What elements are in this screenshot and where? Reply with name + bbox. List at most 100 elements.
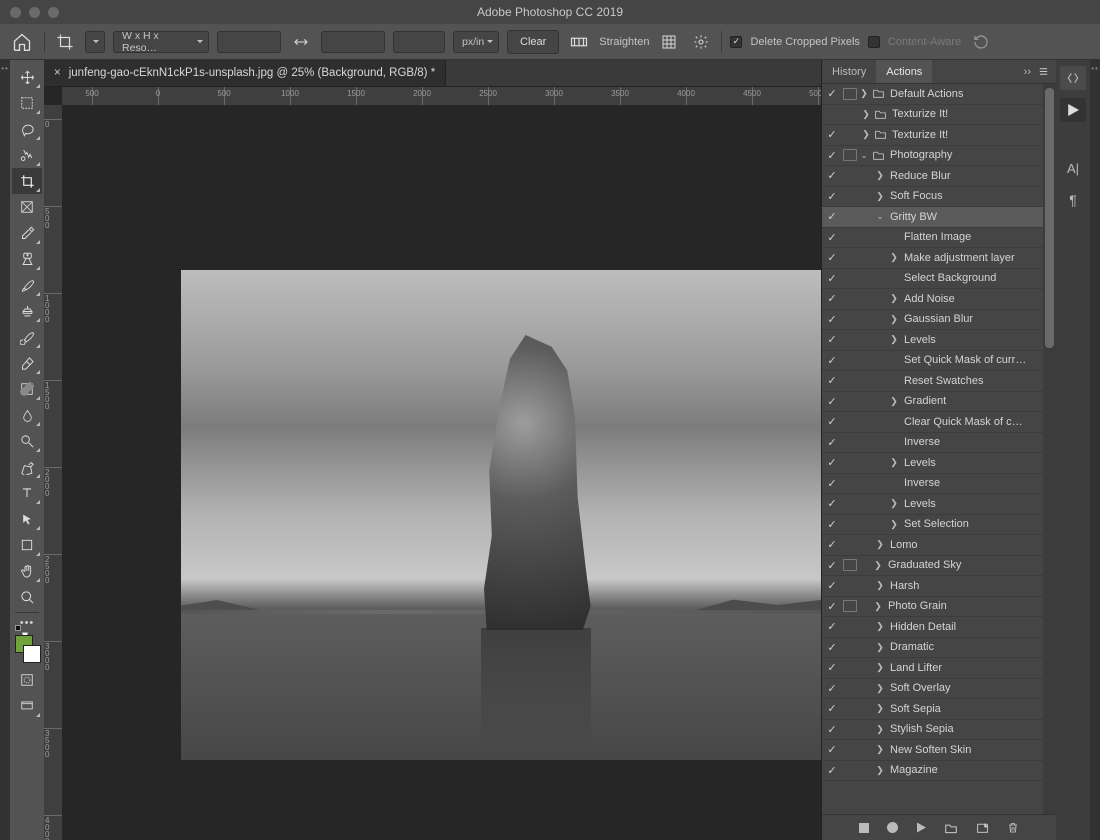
action-row[interactable]: ✓❯Levels: [822, 330, 1043, 351]
crop-tool[interactable]: [12, 168, 42, 194]
action-modal-toggle[interactable]: [842, 537, 860, 553]
action-row[interactable]: ✓❯Texturize It!: [822, 125, 1043, 146]
actions-list[interactable]: ✓❯Default Actions❯Texturize It!✓❯Texturi…: [822, 84, 1043, 814]
chevron-down-icon[interactable]: ⌄: [858, 150, 870, 161]
action-modal-toggle[interactable]: [842, 721, 860, 737]
resolution-unit-select[interactable]: px/in: [453, 31, 499, 53]
action-toggle-check[interactable]: ✓: [822, 538, 842, 551]
action-row[interactable]: ✓❯Levels: [822, 494, 1043, 515]
blur-tool[interactable]: [12, 402, 42, 428]
chevron-right-icon[interactable]: ❯: [858, 88, 870, 99]
action-modal-toggle[interactable]: [843, 149, 857, 161]
action-modal-toggle[interactable]: [842, 393, 860, 409]
lasso-tool[interactable]: [12, 116, 42, 142]
action-modal-toggle[interactable]: [842, 434, 860, 450]
crop-resolution-input[interactable]: [393, 31, 445, 53]
content-aware-checkbox[interactable]: [868, 36, 880, 48]
action-toggle-check[interactable]: ✓: [822, 190, 842, 203]
action-row[interactable]: ✓Reset Swatches: [822, 371, 1043, 392]
chevron-right-icon[interactable]: ❯: [888, 293, 900, 304]
action-toggle-check[interactable]: ✓: [822, 415, 842, 428]
horizontal-ruler[interactable]: 5000500100015002000250030003500400045005…: [62, 87, 821, 105]
healing-brush-tool[interactable]: [12, 246, 42, 272]
quick-select-tool[interactable]: [12, 142, 42, 168]
character-panel-icon[interactable]: A|: [1060, 156, 1086, 180]
action-modal-toggle[interactable]: [842, 106, 860, 122]
action-modal-toggle[interactable]: [842, 701, 860, 717]
action-row[interactable]: ✓❯Photo Grain: [822, 597, 1043, 618]
action-row[interactable]: ✓❯Default Actions: [822, 84, 1043, 105]
action-toggle-check[interactable]: ✓: [822, 313, 842, 326]
action-row[interactable]: ✓❯Set Selection: [822, 515, 1043, 536]
action-row[interactable]: ✓⌄Gritty BW: [822, 207, 1043, 228]
brush-tool[interactable]: [12, 272, 42, 298]
action-toggle-check[interactable]: ✓: [822, 292, 842, 305]
action-modal-toggle[interactable]: [842, 660, 860, 676]
chevron-right-icon[interactable]: ❯: [888, 457, 900, 468]
chevron-right-icon[interactable]: ❯: [888, 252, 900, 263]
action-toggle-check[interactable]: ✓: [822, 231, 842, 244]
action-toggle-check[interactable]: ✓: [822, 374, 842, 387]
straighten-label[interactable]: Straighten: [599, 36, 649, 48]
chevron-right-icon[interactable]: ❯: [874, 621, 886, 632]
canvas[interactable]: [62, 105, 821, 840]
action-row[interactable]: ✓Flatten Image: [822, 228, 1043, 249]
action-modal-toggle[interactable]: [842, 270, 860, 286]
stop-icon[interactable]: [859, 823, 869, 833]
document-tab[interactable]: × junfeng-gao-cEknN1ckP1s-unsplash.jpg @…: [44, 60, 446, 86]
crop-tool-icon[interactable]: [53, 30, 77, 54]
action-toggle-check[interactable]: ✓: [822, 600, 842, 613]
record-icon[interactable]: [887, 822, 898, 833]
action-row[interactable]: ✓❯Gaussian Blur: [822, 310, 1043, 331]
type-tool[interactable]: [12, 480, 42, 506]
frame-tool[interactable]: [12, 194, 42, 220]
collapse-panel-icon[interactable]: ››: [1024, 66, 1031, 78]
action-modal-toggle[interactable]: [842, 639, 860, 655]
action-toggle-check[interactable]: ✓: [822, 128, 842, 141]
action-modal-toggle[interactable]: [842, 496, 860, 512]
close-window-icon[interactable]: [10, 7, 21, 18]
action-row[interactable]: ✓Inverse: [822, 433, 1043, 454]
action-row[interactable]: ❯Texturize It!: [822, 105, 1043, 126]
play-dock-icon[interactable]: [1060, 98, 1086, 122]
chevron-right-icon[interactable]: ❯: [872, 560, 884, 571]
action-toggle-check[interactable]: ✓: [822, 272, 842, 285]
chevron-right-icon[interactable]: ❯: [874, 191, 886, 202]
paragraph-panel-icon[interactable]: ¶: [1060, 188, 1086, 212]
history-brush-tool[interactable]: [12, 324, 42, 350]
action-toggle-check[interactable]: ✓: [822, 477, 842, 490]
tab-history[interactable]: History: [822, 60, 876, 83]
chevron-right-icon[interactable]: ❯: [888, 396, 900, 407]
action-modal-toggle[interactable]: [842, 127, 860, 143]
new-action-icon[interactable]: [976, 822, 989, 834]
pen-tool[interactable]: [12, 454, 42, 480]
chevron-right-icon[interactable]: ❯: [874, 539, 886, 550]
action-row[interactable]: ✓❯Harsh: [822, 576, 1043, 597]
action-row[interactable]: ✓❯Magazine: [822, 761, 1043, 782]
action-toggle-check[interactable]: ✓: [822, 661, 842, 674]
action-row[interactable]: ✓Select Background: [822, 269, 1043, 290]
action-toggle-check[interactable]: ✓: [822, 702, 842, 715]
action-toggle-check[interactable]: ✓: [822, 395, 842, 408]
chevron-right-icon[interactable]: ❯: [888, 519, 900, 530]
minimize-window-icon[interactable]: [29, 7, 40, 18]
swap-dimensions-icon[interactable]: [289, 30, 313, 54]
action-row[interactable]: ✓❯Hidden Detail: [822, 617, 1043, 638]
clone-stamp-tool[interactable]: [12, 298, 42, 324]
move-tool[interactable]: [12, 64, 42, 90]
action-toggle-check[interactable]: ✓: [822, 682, 842, 695]
delete-cropped-checkbox[interactable]: [730, 36, 742, 48]
panel-toggle-icon[interactable]: [1060, 66, 1086, 90]
action-modal-toggle[interactable]: [842, 762, 860, 778]
play-icon[interactable]: [916, 822, 926, 833]
action-toggle-check[interactable]: ✓: [822, 333, 842, 346]
action-modal-toggle[interactable]: [842, 209, 860, 225]
action-modal-toggle[interactable]: [842, 332, 860, 348]
action-row[interactable]: ✓❯Add Noise: [822, 289, 1043, 310]
marquee-tool[interactable]: [12, 90, 42, 116]
chevron-right-icon[interactable]: ❯: [874, 703, 886, 714]
action-row[interactable]: ✓❯New Soften Skin: [822, 740, 1043, 761]
action-row[interactable]: ✓❯Levels: [822, 453, 1043, 474]
action-modal-toggle[interactable]: [842, 250, 860, 266]
chevron-right-icon[interactable]: ❯: [860, 109, 872, 120]
